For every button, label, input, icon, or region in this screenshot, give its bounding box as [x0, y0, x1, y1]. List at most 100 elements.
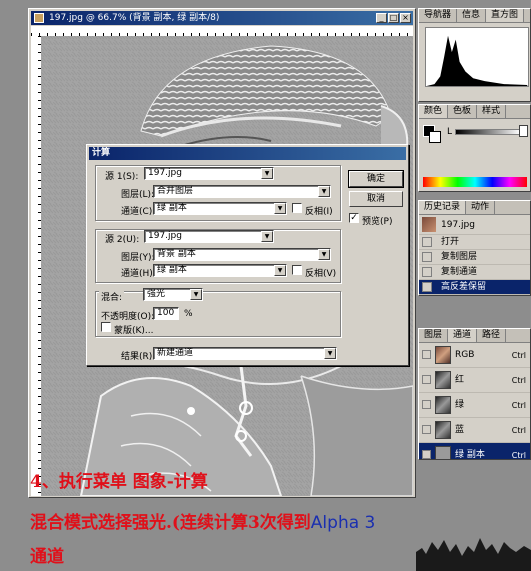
visibility-eye-icon[interactable]	[422, 425, 431, 434]
caption-line-2-red: 混合模式选择强光.(连续计算3次得到	[30, 513, 311, 533]
tab-history[interactable]: 历史记录	[419, 201, 467, 214]
source1-select[interactable]: 197.jpg ▼	[144, 167, 274, 180]
cancel-button[interactable]: 取消	[349, 191, 403, 207]
blending-mode-select[interactable]: 强光 ▼	[143, 288, 203, 301]
histogram-palette: 导航器 信息 直方图	[418, 8, 531, 102]
source2-value: 197.jpg	[148, 231, 182, 241]
calculations-dialog: 计算 源 1(S): 197.jpg ▼ 图层(L): 合并图层 ▼ 通道(C): …	[86, 144, 409, 366]
document-icon	[34, 13, 44, 23]
decorative-waveform	[416, 538, 531, 571]
color-palette: 颜色 色板 样式 L	[418, 104, 531, 192]
tab-actions[interactable]: 动作	[466, 201, 496, 214]
tab-layers[interactable]: 图层	[419, 329, 449, 342]
source1-channel-select[interactable]: 绿 副本 ▼	[153, 202, 287, 215]
visibility-eye-icon[interactable]	[422, 450, 431, 459]
channels-palette-tabs: 图层 通道 路径	[419, 329, 530, 343]
history-item-label: 高反差保留	[441, 282, 487, 292]
snapshot-label: 197.jpg	[441, 220, 475, 230]
chevron-down-icon: ▼	[274, 265, 286, 276]
channel-row[interactable]: 绿 Ctrl	[419, 393, 530, 418]
visibility-eye-icon[interactable]	[422, 375, 431, 384]
lightness-value-field[interactable]	[519, 125, 528, 137]
history-item[interactable]: 打开	[419, 235, 530, 250]
opacity-value: 100	[157, 308, 175, 318]
tab-paths[interactable]: 路径	[477, 329, 507, 342]
channel-name: 蓝	[455, 425, 465, 435]
history-brush-source-box[interactable]	[422, 252, 432, 262]
source1-invert-checkbox[interactable]	[292, 203, 302, 213]
tab-styles[interactable]: 样式	[477, 105, 507, 118]
blending-mode-value: 强光	[147, 289, 166, 299]
chevron-down-icon: ▼	[274, 203, 286, 214]
histogram-graph	[425, 27, 529, 87]
history-brush-source-box[interactable]	[422, 237, 432, 247]
tab-info[interactable]: 信息	[457, 9, 487, 22]
ok-button[interactable]: 确定	[348, 170, 404, 188]
channel-thumbnail	[435, 396, 451, 414]
source1-layer-select[interactable]: 合并图层 ▼	[153, 185, 331, 198]
result-label: 结果(R):	[121, 352, 156, 362]
result-value: 新建通道	[157, 348, 194, 358]
visibility-eye-icon[interactable]	[422, 350, 431, 359]
source2-channel-value: 绿 副本	[157, 265, 187, 275]
source1-value: 197.jpg	[148, 168, 182, 178]
source2-label: 源 2(U):	[105, 235, 140, 245]
history-item[interactable]: 复制图层	[419, 250, 530, 265]
channel-shortcut: Ctrl	[511, 376, 526, 385]
mask-checkbox[interactable]	[101, 322, 111, 332]
source2-invert-checkbox[interactable]	[292, 265, 302, 275]
dialog-title[interactable]: 计算	[89, 147, 406, 160]
channel-row[interactable]: RGB Ctrl	[419, 343, 530, 368]
minimize-button[interactable]: _	[376, 13, 387, 23]
maximize-button[interactable]: □	[388, 13, 399, 23]
tab-histogram[interactable]: 直方图	[486, 9, 525, 22]
source1-channel-label: 通道(C):	[121, 207, 156, 217]
history-snapshot[interactable]: 197.jpg	[419, 215, 530, 235]
channel-row[interactable]: 蓝 Ctrl	[419, 418, 530, 443]
chevron-down-icon: ▼	[261, 231, 273, 242]
channel-thumbnail	[435, 446, 451, 459]
chevron-down-icon: ▼	[190, 289, 202, 300]
history-item[interactable]: 复制通道	[419, 265, 530, 280]
snapshot-thumbnail	[422, 217, 436, 232]
opacity-unit: %	[184, 309, 193, 319]
channel-name: RGB	[455, 350, 475, 360]
source1-layer-label: 图层(L):	[121, 190, 155, 200]
history-brush-source-box[interactable]	[422, 282, 432, 292]
channels-palette: 图层 通道 路径 RGB Ctrl 红 Ctrl 绿 Ctrl 蓝 Ctrl 绿…	[418, 328, 531, 460]
chevron-down-icon: ▼	[318, 186, 330, 197]
source2-select[interactable]: 197.jpg ▼	[144, 230, 274, 243]
chevron-down-icon: ▼	[261, 168, 273, 179]
channel-thumbnail	[435, 421, 451, 439]
source2-channel-select[interactable]: 绿 副本 ▼	[153, 264, 287, 277]
background-color-swatch[interactable]	[429, 131, 441, 143]
source1-channel-value: 绿 副本	[157, 203, 187, 213]
tab-swatches[interactable]: 色板	[448, 105, 478, 118]
preview-label: 预览(P)	[362, 217, 393, 227]
tab-navigator[interactable]: 导航器	[419, 9, 458, 22]
color-spectrum-ramp[interactable]	[423, 177, 527, 187]
document-title: 197.jpg @ 66.7% (背景 副本, 绿 副本/8)	[49, 13, 220, 23]
visibility-eye-icon[interactable]	[422, 400, 431, 409]
tab-color[interactable]: 颜色	[419, 105, 449, 118]
preview-checkbox[interactable]: ✓	[349, 213, 359, 223]
result-select[interactable]: 新建通道 ▼	[153, 347, 337, 360]
blending-label: 混合:	[99, 290, 125, 303]
horizontal-ruler	[31, 26, 413, 36]
channel-thumbnail	[435, 371, 451, 389]
document-title-bar[interactable]: 197.jpg @ 66.7% (背景 副本, 绿 副本/8) _ □ ×	[31, 11, 413, 25]
lightness-slider[interactable]	[455, 129, 521, 135]
caption-line-1: 4、执行菜单 图象-计算	[30, 472, 208, 492]
channel-row-selected[interactable]: 绿 副本 Ctrl	[419, 443, 530, 459]
close-button[interactable]: ×	[400, 13, 411, 23]
caption-line-3: 通道	[30, 547, 64, 567]
caption-line-2-blue: Alpha 3	[310, 513, 376, 533]
source2-layer-select[interactable]: 背景 副本 ▼	[153, 248, 331, 261]
source2-invert-label: 反相(V)	[305, 269, 337, 279]
history-item-selected[interactable]: 高反差保留	[419, 280, 530, 295]
history-brush-source-box[interactable]	[422, 267, 432, 277]
channel-row[interactable]: 红 Ctrl	[419, 368, 530, 393]
opacity-input[interactable]: 100	[153, 307, 179, 320]
tab-channels[interactable]: 通道	[448, 329, 478, 342]
mask-label: 蒙版(K)...	[114, 326, 154, 336]
